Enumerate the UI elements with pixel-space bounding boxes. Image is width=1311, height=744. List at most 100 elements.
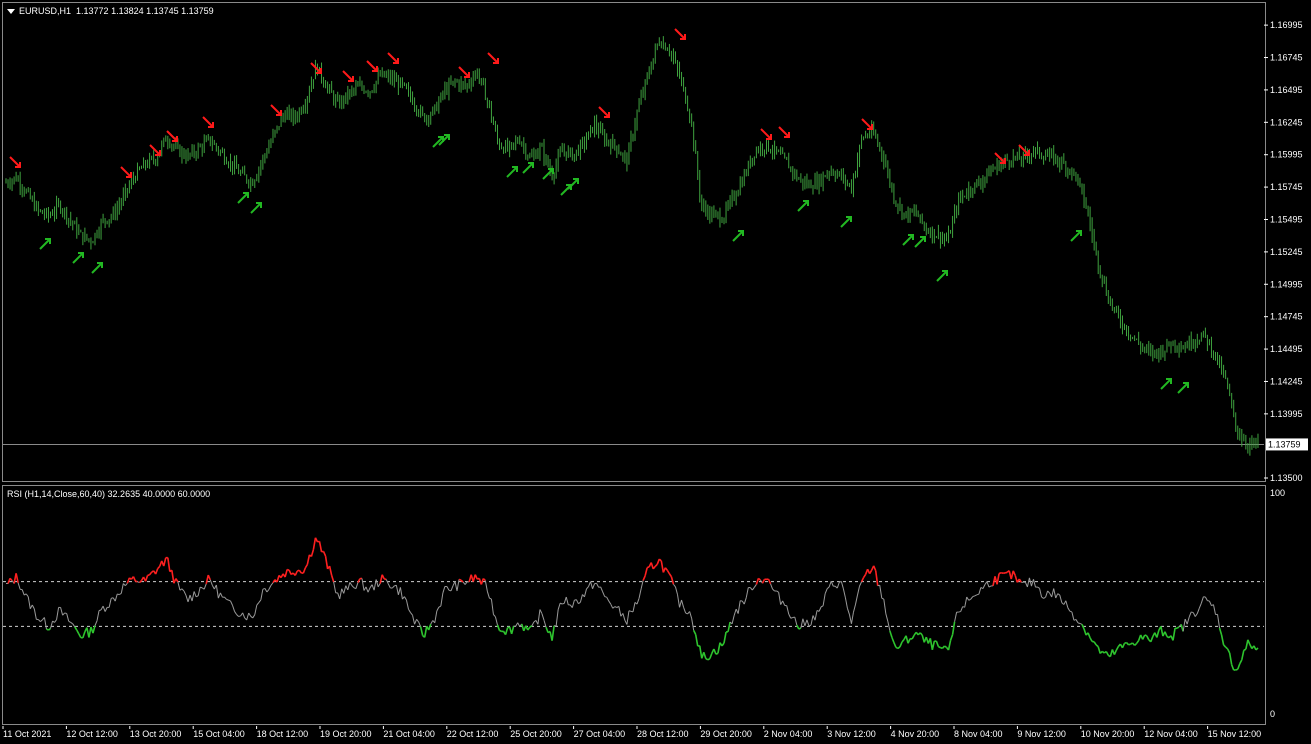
rsi-line-segment [531,621,535,627]
rsi-line-segment [673,583,676,588]
rsi-line-segment [628,610,632,612]
rsi-line-segment [778,592,782,605]
rsi-line-segment [717,642,721,654]
rsi-line-segment [434,610,438,623]
rsi-line-segment [76,629,80,635]
rsi-line-segment [826,586,830,590]
price-tick-label: 1.15495 [1270,214,1303,224]
rsi-line-segment [405,600,409,610]
rsi-line-segment [691,618,695,631]
rsi-line-segment [322,551,327,557]
time-tick-label: 8 Nov 04:00 [954,729,1003,739]
rsi-line-segment [899,641,903,648]
rsi-line-segment [147,574,150,577]
rsi-line-segment [195,595,199,598]
rsi-line-segment [612,606,616,609]
rsi-line-segment [70,622,74,625]
rsi-line-segment [885,613,889,622]
rsi-line-segment [644,567,648,577]
rsi-line-segment [562,602,565,605]
rsi-line-segment [1039,588,1043,598]
rsi-line-segment [1087,632,1091,639]
rsi-line-segment [874,570,879,586]
rsi-line-segment [968,598,972,601]
sell-arrow-icon [861,118,873,130]
sell-arrow-icon [149,144,161,156]
rsi-line-segment [1069,610,1073,613]
rsi-line-segment [330,575,335,583]
rsi-line-segment [794,616,798,626]
rsi-line-segment [1095,644,1099,648]
rsi-line-segment [135,580,138,583]
rsi-line-segment [414,619,418,625]
rsi-line-segment [1128,643,1131,646]
chart-canvas: 1.16995 1.16745 1.16495 1.16245 1.15995 1.157… [2,20,1308,739]
price-tick-label: 1.14245 [1270,376,1303,386]
rsi-line-segment [68,620,71,623]
rsi-tick-label: 100 [1270,488,1285,498]
rsi-line-segment [252,614,256,619]
rsi-line-segment [40,619,43,623]
rsi-line-segment [842,588,846,598]
rsi-line-segment [375,579,379,587]
rsi-line-segment [579,594,583,603]
price-tick-label: 1.16995 [1270,20,1303,30]
rsi-line-segment [600,586,604,592]
rsi-line-segment [731,615,735,624]
buy-arrow-icon [237,192,249,204]
rsi-line-segment [723,631,727,644]
rsi-line-segment [1188,611,1192,618]
rsi-line-segment [230,600,233,606]
rsi-line-segment [998,571,1002,575]
rsi-line-segment [642,575,646,581]
rsi-line-segment [1057,593,1061,596]
rsi-line-segment [490,599,494,615]
rsi-line-segment [893,642,897,648]
rsi-line-segment [419,626,424,636]
rsi-line-segment [804,619,808,627]
rsi-line-segment [1093,641,1097,646]
time-tick-label: 13 Oct 20:00 [130,729,182,739]
time-tick-label: 11 Oct 2021 [3,729,51,739]
rsi-line-segment [622,613,626,621]
time-tick-label: 22 Oct 12:00 [447,729,499,739]
rsi-line-segment [64,612,67,615]
rsi-line-segment [1198,602,1202,609]
rsi-line-segment [537,609,541,625]
rsi-line-segment [486,591,490,599]
time-tick-label: 28 Oct 12:00 [637,729,689,739]
rsi-line-segment [901,638,905,643]
time-tick-label: 15 Oct 04:00 [193,729,245,739]
sell-arrow-icon [270,104,282,116]
rsi-line-segment [897,646,901,650]
rsi-line-segment [1012,570,1017,576]
rsi-line-segment [1241,650,1245,661]
rsi-line-segment [1075,619,1079,624]
rsi-line-segment [555,609,559,627]
time-tick-label: 4 Nov 20:00 [891,729,940,739]
rsi-line-segment [410,612,413,616]
rsi-line-segment [988,585,992,588]
time-tick-label: 19 Oct 20:00 [320,729,372,739]
sell-arrow-icon [342,70,354,82]
buy-arrow-icon [797,200,809,212]
rsi-line-segment [464,581,468,585]
rsi-line-segment [446,586,450,591]
rsi-line-segment [844,597,848,609]
rsi-line-segment [810,615,814,626]
rsi-line-segment [482,577,486,582]
sell-arrow-icon [202,116,214,128]
rsi-line-segment [713,648,717,655]
rsi-line-segment [1045,590,1049,598]
rsi-line-segment [25,593,29,598]
rsi-line-segment [891,636,895,643]
rsi-line-segment [1004,571,1008,574]
rsi-line-segment [114,593,118,602]
rsi-line-segment [780,600,784,605]
rsi-line-segment [23,593,27,596]
buy-arrow-icon [522,162,534,174]
rsi-line-segment [703,652,707,659]
rsi-line-segment [399,587,403,600]
rsi-line-segment [474,574,478,580]
rsi-line-segment [38,619,41,622]
